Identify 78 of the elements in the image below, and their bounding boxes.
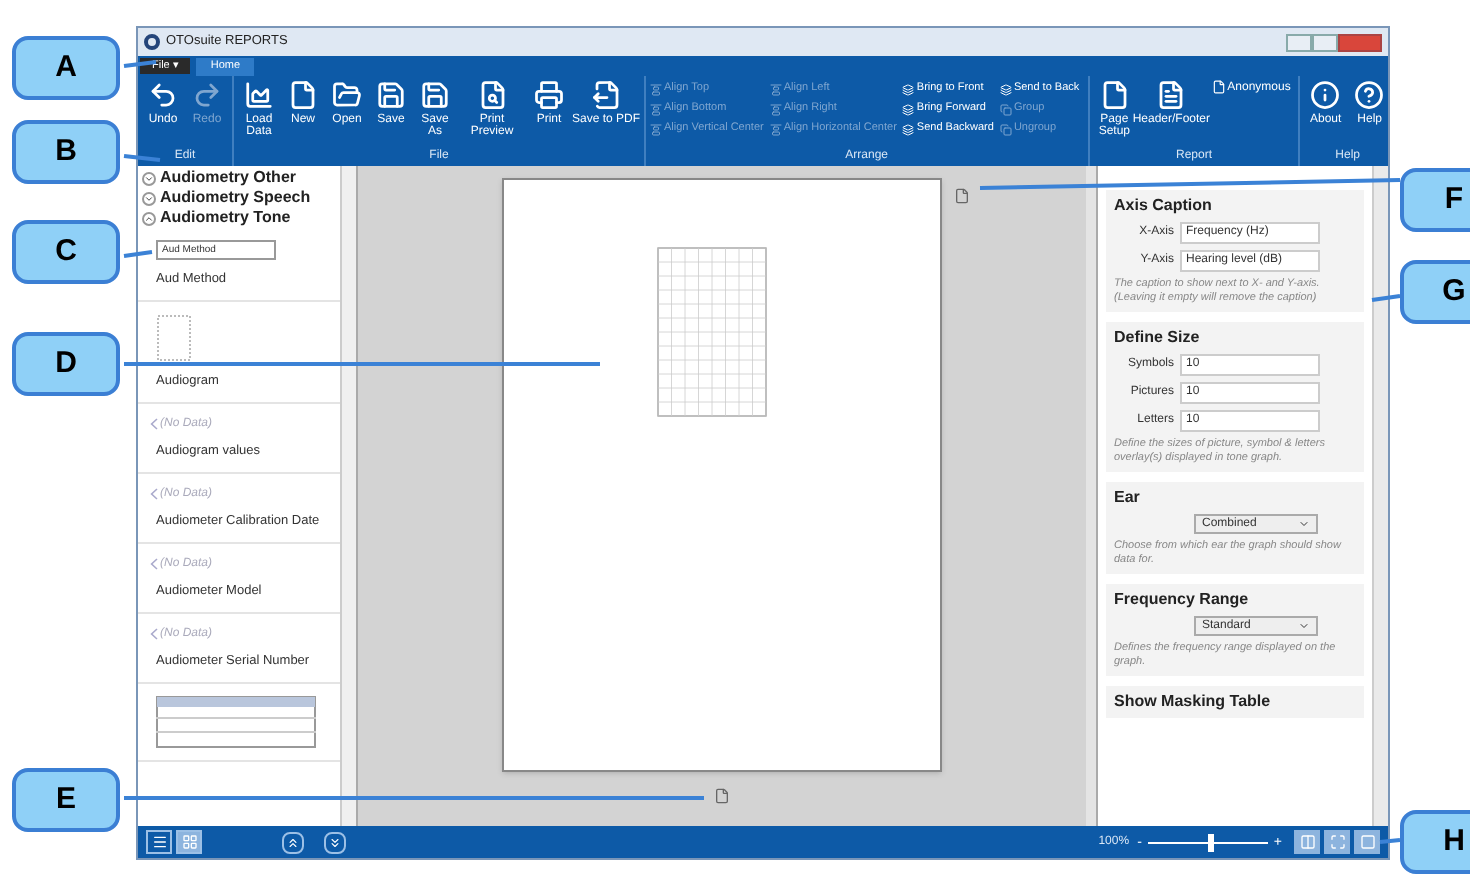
audiogram-thumbnail-drawing xyxy=(156,314,192,362)
view-mode-button[interactable] xyxy=(1354,830,1380,854)
scroll-down-button[interactable] xyxy=(324,831,346,853)
align-icon xyxy=(650,123,662,135)
layers-icon xyxy=(902,103,915,115)
callout-label: B xyxy=(12,120,120,184)
property-title: Axis Caption xyxy=(1114,196,1214,216)
document-icon xyxy=(288,80,318,110)
property-title: Ear xyxy=(1114,488,1142,508)
folder-icon xyxy=(332,80,362,110)
info-icon xyxy=(1310,80,1341,110)
category-header[interactable]: Audiometry Tone xyxy=(138,208,340,228)
callout-label: F xyxy=(1400,168,1470,232)
double-chevron-down-icon xyxy=(328,835,342,849)
chart-icon xyxy=(244,80,274,110)
property-title: Define Size xyxy=(1114,328,1202,348)
redo-icon xyxy=(192,80,222,110)
page-icon xyxy=(954,188,970,204)
chevron-left-icon xyxy=(150,558,158,570)
leader-line xyxy=(1371,294,1401,302)
layers-icon xyxy=(999,83,1012,95)
property-title: Show Masking Table xyxy=(1114,692,1273,712)
callout-label: G xyxy=(1400,260,1470,324)
minimize-button[interactable] xyxy=(1286,33,1312,51)
layout-icon xyxy=(1359,834,1375,850)
save-icon xyxy=(376,80,406,110)
chevron-left-icon xyxy=(150,628,158,640)
document-icon xyxy=(1099,80,1130,110)
scrollbar[interactable] xyxy=(340,166,356,826)
app-logo-icon xyxy=(144,34,160,50)
save-icon xyxy=(420,80,450,110)
align-icon xyxy=(769,83,782,95)
leader-line xyxy=(123,250,153,258)
printer-icon xyxy=(534,80,564,110)
help-icon xyxy=(1354,80,1385,110)
close-button[interactable] xyxy=(1338,33,1382,51)
document-lines-icon xyxy=(1156,80,1187,110)
magnifier-document-icon xyxy=(477,80,507,110)
callout-label: E xyxy=(12,768,120,832)
category-header[interactable]: Audiometry Other xyxy=(138,168,340,188)
undo-icon xyxy=(148,80,178,110)
view-mode-button[interactable] xyxy=(1294,830,1320,854)
scrollbar[interactable] xyxy=(1372,166,1388,826)
maximize-button[interactable] xyxy=(1312,33,1338,51)
leader-line xyxy=(1379,838,1401,844)
page-icon xyxy=(1211,80,1226,94)
export-icon xyxy=(591,80,621,110)
caret-icon xyxy=(1298,518,1310,530)
leader-line xyxy=(123,60,157,68)
scroll-up-button[interactable] xyxy=(282,831,304,853)
chevron-left-icon xyxy=(150,418,158,430)
group-icon xyxy=(999,123,1012,135)
caret-icon xyxy=(1298,620,1310,632)
property-title: Frequency Range xyxy=(1114,590,1251,610)
chevron-left-icon xyxy=(150,488,158,500)
callout-label: A xyxy=(12,36,120,100)
view-button[interactable] xyxy=(146,830,172,854)
align-icon xyxy=(769,103,782,115)
align-icon xyxy=(650,103,662,115)
align-icon xyxy=(650,83,662,95)
list-icon xyxy=(151,834,167,850)
view-mode-button[interactable] xyxy=(1324,830,1350,854)
layers-icon xyxy=(902,123,915,135)
category-header[interactable]: Audiometry Speech xyxy=(138,188,340,208)
chevron-up-icon xyxy=(144,213,154,223)
callout-label: C xyxy=(12,220,120,284)
align-icon xyxy=(769,123,782,135)
page-icon xyxy=(714,788,730,804)
double-chevron-up-icon xyxy=(286,835,300,849)
group-icon xyxy=(999,103,1012,115)
layers-icon xyxy=(902,83,915,95)
leader-line xyxy=(123,154,161,162)
grid-icon xyxy=(181,834,197,850)
callout-label: H xyxy=(1400,810,1470,874)
callout-label: D xyxy=(12,332,120,396)
slider-thumb[interactable] xyxy=(1207,833,1214,851)
layout-icon xyxy=(1299,834,1315,850)
layout-icon xyxy=(1329,834,1345,850)
